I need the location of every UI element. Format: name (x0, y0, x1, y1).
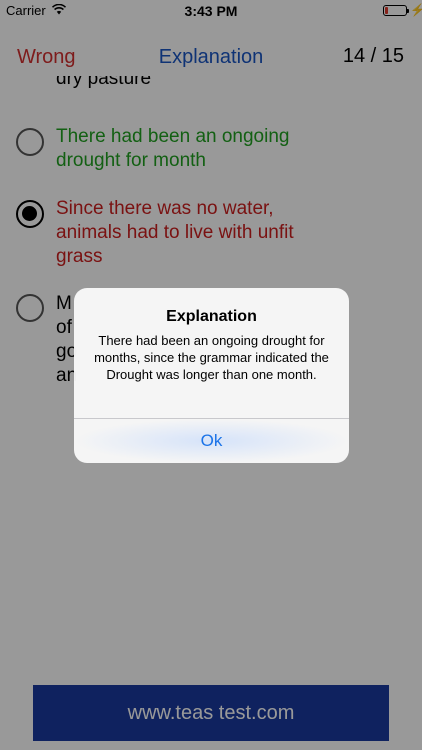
dialog-title: Explanation (166, 308, 257, 325)
explanation-dialog: Explanation There had been an ongoing dr… (74, 288, 349, 463)
dialog-message: There had been an ongoing drought for mo… (94, 333, 329, 382)
ok-button[interactable]: Ok (74, 419, 349, 463)
